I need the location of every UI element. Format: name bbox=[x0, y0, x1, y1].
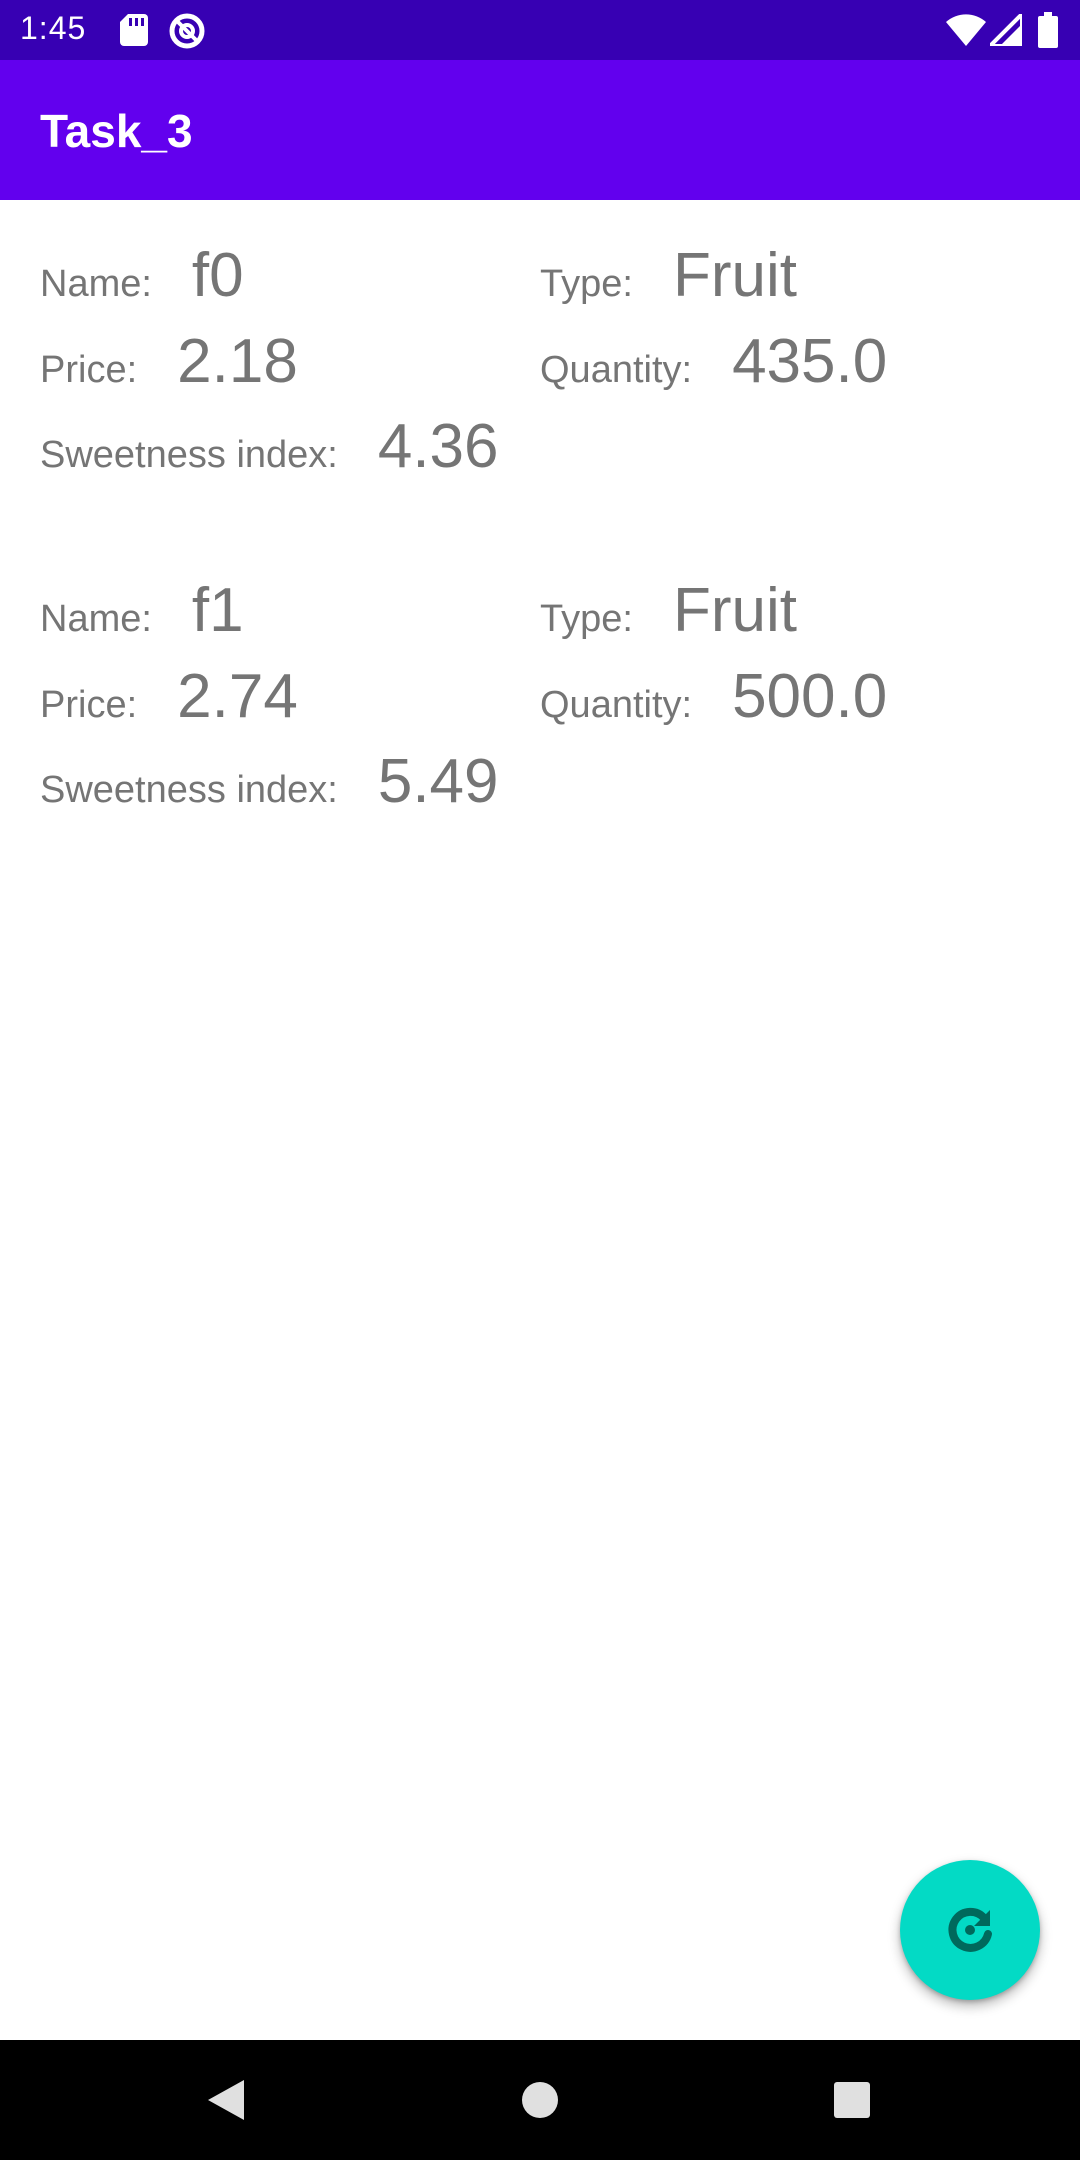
sweetness-value: 4.36 bbox=[377, 412, 499, 481]
sweetness-row: Sweetness index: 5.49 bbox=[40, 746, 499, 826]
fruit-list: Name: f0 Type: Fruit Price: 2.18 Quantit… bbox=[0, 200, 1080, 2040]
system-nav-bar bbox=[0, 2040, 1080, 2160]
cell-signal-icon bbox=[990, 14, 1022, 46]
sweetness-row: Sweetness index: 4.36 bbox=[40, 411, 499, 491]
refresh-fab-button[interactable] bbox=[900, 1860, 1040, 2000]
refresh-icon bbox=[948, 1907, 992, 1952]
name-value: f1 bbox=[191, 576, 244, 645]
quantity-value: 500.0 bbox=[732, 662, 888, 731]
type-value: Fruit bbox=[672, 241, 797, 310]
home-icon[interactable] bbox=[510, 2070, 570, 2130]
sd-card-icon bbox=[120, 14, 148, 46]
recents-icon[interactable] bbox=[822, 2070, 882, 2130]
battery-icon bbox=[1038, 12, 1058, 48]
quantity-row: Quantity: 435.0 bbox=[540, 326, 887, 406]
sweetness-value: 5.49 bbox=[377, 747, 499, 816]
price-value: 2.18 bbox=[177, 327, 298, 396]
back-icon[interactable] bbox=[196, 2070, 256, 2130]
list-item[interactable]: Name: f0 Type: Fruit Price: 2.18 Quantit… bbox=[0, 240, 1080, 540]
app-title: Task_3 bbox=[40, 105, 193, 157]
name-row: Name: f1 bbox=[40, 575, 244, 655]
type-value: Fruit bbox=[672, 576, 797, 645]
sweetness-label: Sweetness index: bbox=[40, 434, 338, 476]
sweetness-label: Sweetness index: bbox=[40, 769, 338, 811]
price-row: Price: 2.18 bbox=[40, 326, 298, 406]
at-sign-icon bbox=[169, 13, 205, 49]
price-value: 2.74 bbox=[177, 662, 298, 731]
price-row: Price: 2.74 bbox=[40, 661, 298, 741]
type-row: Type: Fruit bbox=[540, 575, 797, 655]
status-time: 1:45 bbox=[20, 10, 87, 46]
quantity-row: Quantity: 500.0 bbox=[540, 661, 887, 741]
type-label: Type: bbox=[540, 598, 633, 640]
name-label: Name: bbox=[40, 598, 152, 640]
type-label: Type: bbox=[540, 263, 633, 305]
quantity-label: Quantity: bbox=[540, 684, 693, 726]
status-bar: 1:45 bbox=[0, 0, 1080, 60]
quantity-value: 435.0 bbox=[732, 327, 888, 396]
price-label: Price: bbox=[40, 349, 138, 391]
list-item[interactable]: Name: f1 Type: Fruit Price: 2.74 Quantit… bbox=[0, 575, 1080, 875]
app-bar: Task_3 bbox=[0, 60, 1080, 200]
name-label: Name: bbox=[40, 263, 152, 305]
name-value: f0 bbox=[191, 241, 244, 310]
name-row: Name: f0 bbox=[40, 240, 244, 320]
type-row: Type: Fruit bbox=[540, 240, 797, 320]
price-label: Price: bbox=[40, 684, 138, 726]
wifi-icon bbox=[946, 14, 986, 46]
quantity-label: Quantity: bbox=[540, 349, 693, 391]
